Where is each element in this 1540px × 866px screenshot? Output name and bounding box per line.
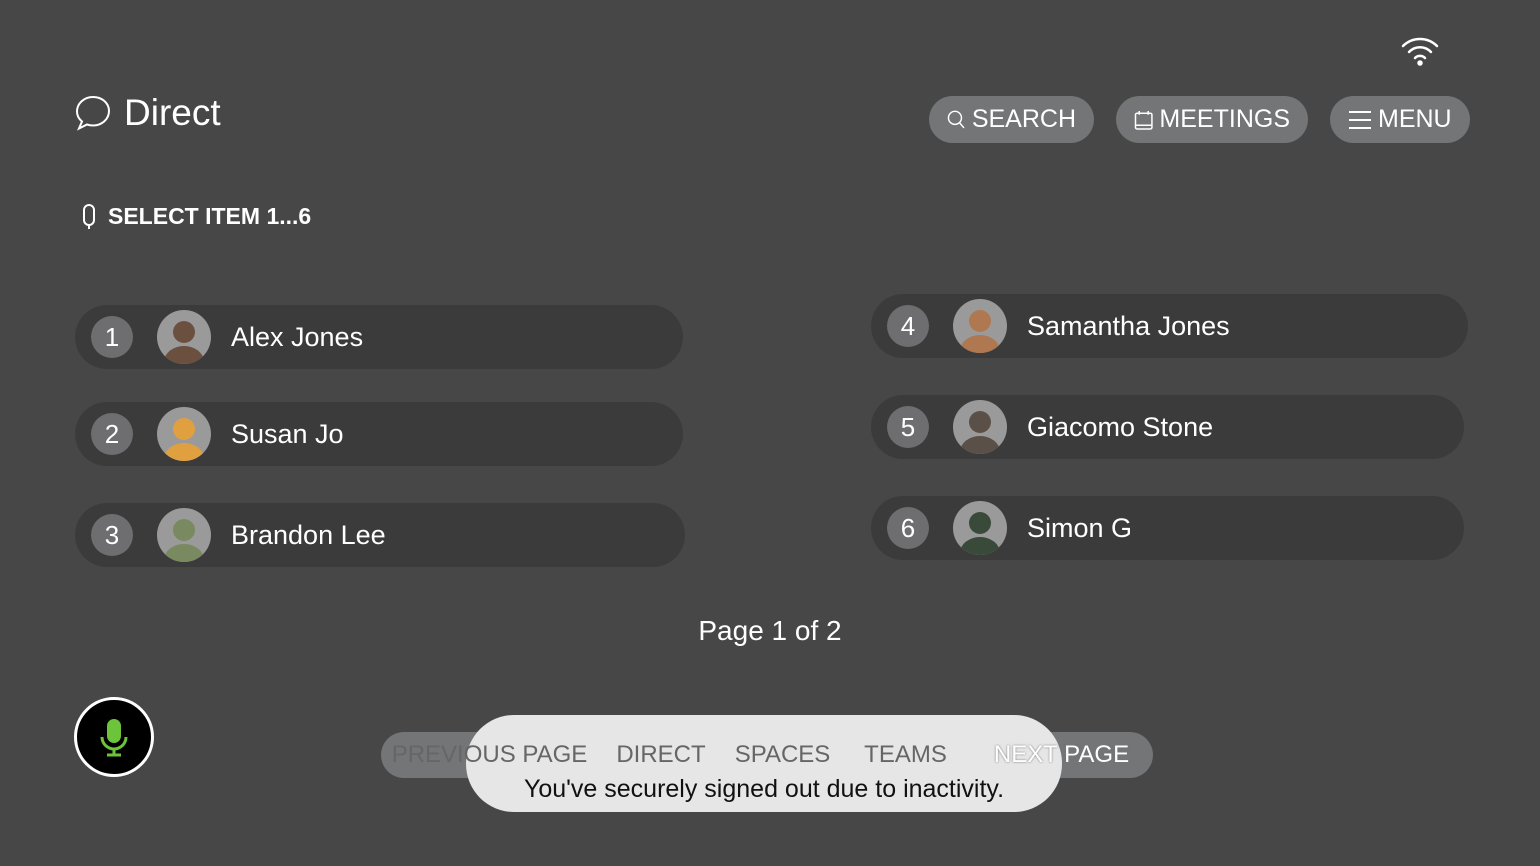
microphone-icon bbox=[83, 203, 95, 229]
item-number: 6 bbox=[887, 507, 929, 549]
avatar bbox=[157, 407, 211, 461]
contact-row[interactable]: 3 Brandon Lee bbox=[75, 503, 685, 567]
wifi-icon bbox=[1400, 36, 1440, 71]
page-title: Direct bbox=[74, 92, 221, 134]
meetings-button[interactable]: MEETINGS bbox=[1116, 96, 1308, 143]
item-number: 5 bbox=[887, 406, 929, 448]
search-button[interactable]: SEARCH bbox=[929, 96, 1094, 143]
chat-bubble-icon bbox=[75, 95, 111, 131]
avatar bbox=[157, 508, 211, 562]
contact-row[interactable]: 5 Giacomo Stone bbox=[871, 395, 1464, 459]
next-page-label: NEXT PAGE bbox=[993, 741, 1130, 768]
item-number: 4 bbox=[887, 305, 929, 347]
contact-row[interactable]: 1 Alex Jones bbox=[75, 305, 683, 369]
contact-row[interactable]: 6 Simon G bbox=[871, 496, 1464, 560]
spaces-tab-label: SPACES bbox=[734, 741, 831, 768]
direct-tab-label: DIRECT bbox=[616, 741, 706, 768]
calendar-icon bbox=[1134, 110, 1153, 130]
teams-tab-label: TEAMS bbox=[864, 741, 947, 768]
item-number: 1 bbox=[91, 316, 133, 358]
contact-name: Giacomo Stone bbox=[1027, 411, 1214, 442]
previous-page-label: PREVIOUS PAGE bbox=[391, 741, 588, 768]
avatar bbox=[953, 501, 1007, 555]
avatar bbox=[953, 400, 1007, 454]
contact-name: Alex Jones bbox=[231, 321, 364, 352]
item-number: 2 bbox=[91, 413, 133, 455]
avatar bbox=[953, 299, 1007, 353]
pagination-label: Page 1 of 2 bbox=[698, 615, 842, 646]
voice-hint: SELECT ITEM 1...6 bbox=[82, 203, 311, 230]
contact-name: Brandon Lee bbox=[231, 519, 386, 550]
toast-text: You've securely signed out due to inacti… bbox=[523, 775, 1005, 803]
voice-button[interactable] bbox=[74, 697, 154, 777]
contact-name: Simon G bbox=[1027, 512, 1133, 543]
menu-icon bbox=[1349, 110, 1371, 129]
menu-button[interactable]: MENU bbox=[1330, 96, 1470, 143]
search-icon bbox=[947, 110, 965, 128]
contact-row[interactable]: 4 Samantha Jones bbox=[871, 294, 1468, 358]
microphone-icon bbox=[100, 719, 128, 757]
avatar bbox=[157, 310, 211, 364]
contact-name: Susan Jo bbox=[231, 418, 344, 449]
contact-name: Samantha Jones bbox=[1027, 310, 1230, 341]
item-number: 3 bbox=[91, 514, 133, 556]
contact-row[interactable]: 2 Susan Jo bbox=[75, 402, 683, 466]
